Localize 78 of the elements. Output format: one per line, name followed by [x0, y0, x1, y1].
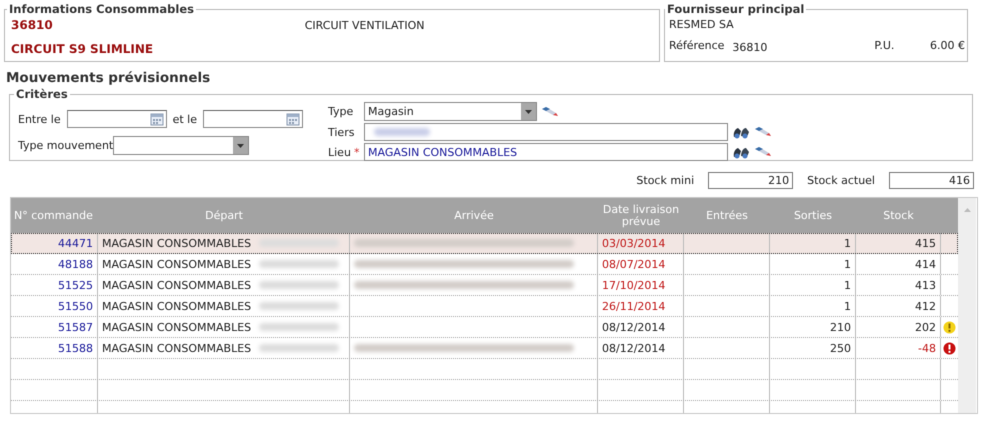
binoculars-icon[interactable] — [732, 125, 750, 139]
field-label: Type — [328, 105, 354, 118]
calendar-icon[interactable] — [150, 112, 164, 126]
binoculars-icon[interactable] — [732, 145, 750, 159]
table-row[interactable]: 51525 MAGASIN CONSOMMABLES 17/10/2014 1 413 — [11, 275, 958, 296]
field-label: P.U. — [874, 39, 894, 54]
order-link[interactable]: 51587 — [11, 317, 98, 337]
table-cell: 202 — [856, 317, 941, 337]
unit-price: 6.00 € — [930, 39, 965, 54]
table-cell: 412 — [856, 296, 941, 316]
table-cell: MAGASIN CONSOMMABLES — [102, 300, 252, 312]
table-cell: MAGASIN CONSOMMABLES — [102, 320, 252, 334]
table-cell: 08/12/2014 — [598, 338, 684, 358]
table-row[interactable]: 51550 MAGASIN CONSOMMABLES 26/11/2014 1 412 — [11, 296, 958, 317]
calendar-icon[interactable] — [286, 112, 300, 126]
table-cell: 210 — [770, 317, 856, 337]
eraser-icon[interactable] — [541, 106, 559, 118]
table-cell: 1 — [770, 254, 856, 274]
field-label: Référence — [669, 39, 724, 54]
table-cell: MAGASIN CONSOMMABLES — [102, 258, 252, 270]
table-cell: 1 — [770, 275, 856, 295]
tiers-field[interactable] — [364, 123, 728, 141]
order-link[interactable]: 44471 — [11, 233, 98, 253]
type-dropdown[interactable]: Magasin — [364, 102, 537, 121]
field-label: et le — [172, 112, 198, 126]
eraser-icon[interactable] — [754, 146, 772, 158]
table-cell: -48 — [856, 338, 941, 358]
table-cell: 17/10/2014 — [598, 275, 684, 295]
table-row[interactable]: 51588 MAGASIN CONSOMMABLES 08/12/2014 250 -48 — [11, 338, 958, 359]
section-legend: Critères — [14, 87, 70, 101]
order-link[interactable]: 51588 — [11, 338, 98, 358]
order-link[interactable]: 48188 — [11, 254, 98, 274]
field-label: Type mouvement — [18, 139, 114, 152]
dropdown-arrow-icon[interactable] — [237, 144, 244, 148]
dropdown-arrow-icon[interactable] — [525, 110, 532, 114]
section-legend: Fournisseur principal — [665, 2, 806, 16]
table-row[interactable]: 44471 MAGASIN CONSOMMABLES 03/03/2014 1 415 — [11, 233, 958, 254]
error-icon — [943, 342, 956, 354]
table-cell: MAGASIN CONSOMMABLES — [102, 342, 252, 354]
eraser-icon[interactable] — [754, 126, 772, 138]
table-cell: 03/03/2014 — [598, 233, 684, 253]
location-field[interactable]: MAGASIN CONSOMMABLES — [364, 143, 728, 161]
table-row[interactable]: 48188 MAGASIN CONSOMMABLES 08/07/2014 1 414 — [11, 254, 958, 275]
table-cell: MAGASIN CONSOMMABLES — [102, 278, 252, 292]
movement-type-dropdown[interactable] — [113, 136, 250, 155]
table-cell: 250 — [770, 338, 856, 358]
scrollbar[interactable] — [958, 198, 976, 413]
product-code: 36810 — [11, 18, 53, 32]
table-cell: 413 — [856, 275, 941, 295]
section-title: Mouvements prévisionnels — [6, 70, 212, 86]
field-label: Tiers — [328, 126, 356, 138]
table-cell: 1 — [770, 233, 856, 253]
field-label: Lieu — [328, 146, 351, 158]
table-cell: 1 — [770, 296, 856, 316]
table-cell: MAGASIN CONSOMMABLES — [102, 236, 252, 250]
product-name: CIRCUIT S9 SLIMLINE — [11, 42, 154, 56]
redacted-text — [374, 128, 430, 136]
order-link[interactable]: 51550 — [11, 296, 98, 316]
field-label: Stock mini — [636, 174, 694, 187]
table-cell: 415 — [856, 233, 941, 253]
reference-value: 36810 — [732, 41, 768, 54]
table-cell: 08/07/2014 — [598, 254, 684, 274]
required-marker: * — [354, 146, 360, 158]
stock-mini-field[interactable]: 210 — [708, 172, 794, 189]
stock-actual-field[interactable]: 416 — [889, 172, 974, 189]
table-cell: 414 — [856, 254, 941, 274]
field-label: Stock actuel — [807, 174, 875, 187]
table-cell: 26/11/2014 — [598, 296, 684, 316]
supplier-name: RESMED SA — [669, 18, 735, 31]
warning-icon — [943, 320, 956, 334]
table-cell: 08/12/2014 — [598, 317, 684, 337]
order-link[interactable]: 51525 — [11, 275, 98, 295]
section-legend: Informations Consommables — [7, 2, 196, 16]
product-description: CIRCUIT VENTILATION — [304, 18, 425, 32]
date-field[interactable] — [203, 110, 304, 128]
table-row[interactable]: 51587 MAGASIN CONSOMMABLES 08/12/2014 210 202 — [11, 317, 958, 338]
field-label: Entre le — [18, 112, 61, 126]
date-field[interactable] — [66, 110, 167, 128]
